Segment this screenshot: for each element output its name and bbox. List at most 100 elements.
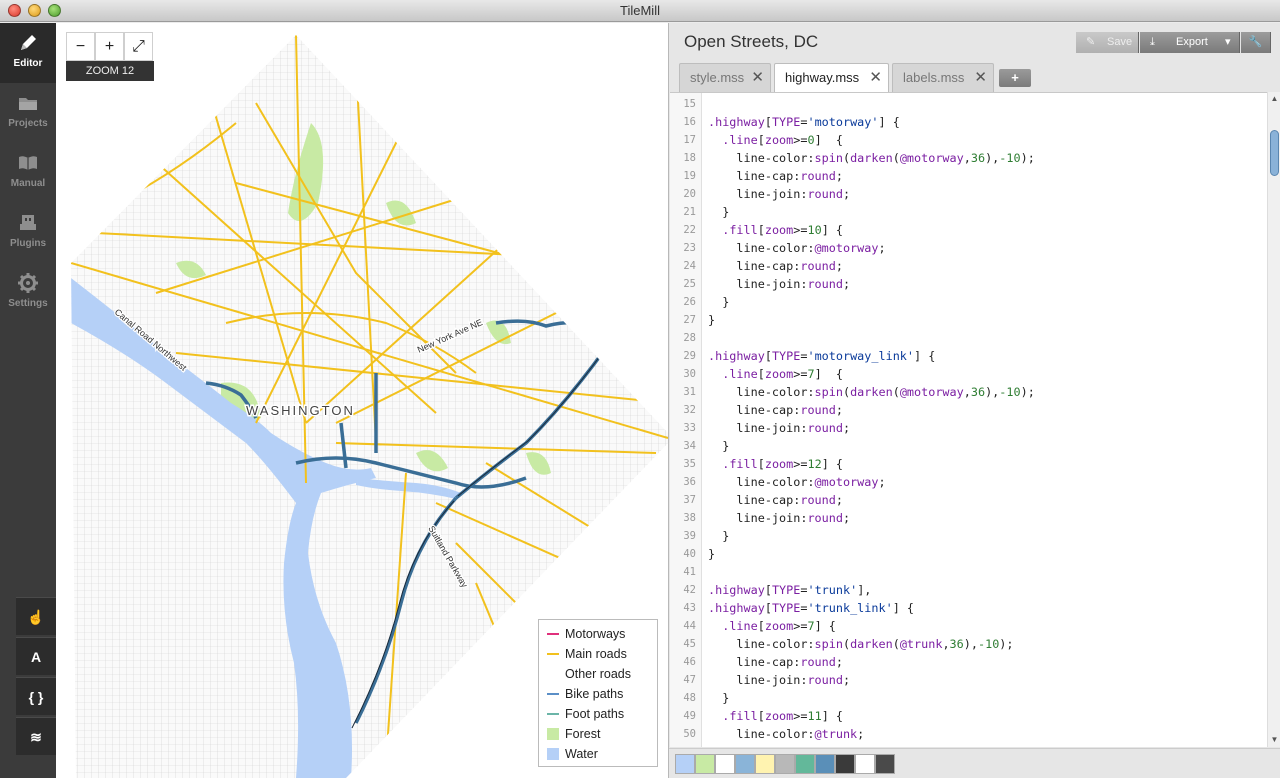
pencil-icon: ✎ xyxy=(1086,36,1096,48)
code-line[interactable]: } xyxy=(708,545,715,563)
palette-swatch[interactable] xyxy=(815,754,835,774)
line-number: 22 xyxy=(683,224,696,236)
expand-icon: ⤢ xyxy=(132,38,145,55)
code-line[interactable]: line-cap:round; xyxy=(708,491,843,509)
line-number: 38 xyxy=(683,512,696,524)
code-line[interactable]: line-color:@trunk; xyxy=(708,725,864,743)
tab-style-mss[interactable]: style.mss ✕ xyxy=(679,63,771,92)
palette-swatch[interactable] xyxy=(795,754,815,774)
code-line[interactable]: line-join:round; xyxy=(708,275,850,293)
code-line[interactable]: .line[zoom>=0] { xyxy=(708,131,843,149)
line-number: 47 xyxy=(683,674,696,686)
line-number: 40 xyxy=(683,548,696,560)
scroll-up-arrow-icon[interactable]: ▲ xyxy=(1268,92,1280,106)
palette-swatch[interactable] xyxy=(875,754,895,774)
palette-swatch[interactable] xyxy=(715,754,735,774)
editor-pane: Open Streets, DC ✎ Save ⤓ Export ▾ 🔧 sty… xyxy=(668,23,1280,778)
code-line[interactable]: } xyxy=(708,689,729,707)
code-line[interactable]: } xyxy=(708,527,729,545)
code-line[interactable]: } xyxy=(708,203,729,221)
legend-label: Water xyxy=(565,747,598,761)
close-icon[interactable]: ✕ xyxy=(869,64,882,92)
line-number: 48 xyxy=(683,692,696,704)
code-line[interactable]: } xyxy=(708,437,729,455)
close-icon[interactable]: ✕ xyxy=(974,64,987,92)
code-line[interactable]: line-color:@motorway; xyxy=(708,473,885,491)
code-line[interactable]: line-cap:round; xyxy=(708,653,843,671)
code-line[interactable]: line-join:round; xyxy=(708,419,850,437)
code-line[interactable]: .highway[TYPE='trunk_link'] { xyxy=(708,599,914,617)
gear-icon xyxy=(18,273,38,293)
code-line[interactable]: line-cap:round; xyxy=(708,257,843,275)
close-icon[interactable]: ✕ xyxy=(751,64,764,92)
sidebar-item-plugins[interactable]: Plugins xyxy=(0,203,56,263)
add-stylesheet-button[interactable]: + xyxy=(999,69,1031,87)
sidebar-item-manual[interactable]: Manual xyxy=(0,143,56,203)
code-line[interactable]: line-color:spin(darken(@motorway,36),-10… xyxy=(708,149,1034,167)
export-button[interactable]: ⤓ Export ▾ xyxy=(1140,32,1240,53)
editor-scrollbar[interactable]: ▲ ▼ xyxy=(1267,92,1280,747)
zoom-level-label: ZOOM 12 xyxy=(66,61,154,81)
code-line[interactable]: line-cap:round; xyxy=(708,743,843,747)
line-number: 23 xyxy=(683,242,696,254)
code-line[interactable]: } xyxy=(708,311,715,329)
palette-swatch[interactable] xyxy=(835,754,855,774)
sidebar-item-label: Manual xyxy=(10,178,46,189)
code-line[interactable]: line-join:round; xyxy=(708,509,850,527)
code-line[interactable]: .fill[zoom>=10] { xyxy=(708,221,843,239)
sidebar-item-settings[interactable]: Settings xyxy=(0,263,56,323)
zoom-in-button[interactable]: + xyxy=(95,32,124,61)
line-number: 42 xyxy=(683,584,696,596)
map-view[interactable]: WASHINGTON Canal Road Northwest New York… xyxy=(56,23,668,778)
carto-reference-button[interactable]: { } xyxy=(16,677,56,715)
save-button[interactable]: ✎ Save xyxy=(1076,32,1139,53)
code-line[interactable]: line-cap:round; xyxy=(708,401,843,419)
sidebar-item-editor[interactable]: Editor xyxy=(0,23,56,83)
legend-swatch xyxy=(547,673,559,675)
code-line[interactable]: line-color:spin(darken(@motorway,36),-10… xyxy=(708,383,1034,401)
code-line[interactable]: line-color:spin(darken(@trunk,36),-10); xyxy=(708,635,1013,653)
code-line[interactable]: .highway[TYPE='motorway_link'] { xyxy=(708,347,935,365)
code-line[interactable]: .line[zoom>=7] { xyxy=(708,617,836,635)
legend-label: Main roads xyxy=(565,647,627,661)
code-line[interactable]: .fill[zoom>=11] { xyxy=(708,707,843,725)
line-number: 24 xyxy=(683,260,696,272)
code-line[interactable]: .highway[TYPE='motorway'] { xyxy=(708,113,900,131)
code-line[interactable]: .fill[zoom>=12] { xyxy=(708,455,843,473)
window-title: TileMill xyxy=(620,3,660,18)
tab-highway-mss[interactable]: highway.mss ✕ xyxy=(774,63,889,93)
layers-button[interactable]: ≋ xyxy=(16,717,56,755)
sidebar-item-label: Plugins xyxy=(9,238,47,249)
scroll-down-arrow-icon[interactable]: ▼ xyxy=(1268,733,1280,747)
palette-swatch[interactable] xyxy=(775,754,795,774)
code-line[interactable]: .line[zoom>=7] { xyxy=(708,365,843,383)
palette-swatch[interactable] xyxy=(755,754,775,774)
legend-swatch xyxy=(547,728,559,740)
line-number: 20 xyxy=(683,188,696,200)
code-line[interactable]: .highway[TYPE='trunk'], xyxy=(708,581,871,599)
map-legend: Motorways Main roads Other roads Bike paths… xyxy=(538,619,658,767)
line-number: 17 xyxy=(683,134,696,146)
code-line[interactable]: line-color:@motorway; xyxy=(708,239,885,257)
code-line[interactable]: line-join:round; xyxy=(708,671,850,689)
palette-swatch[interactable] xyxy=(695,754,715,774)
zoom-out-button[interactable]: − xyxy=(66,32,95,61)
scrollbar-thumb[interactable] xyxy=(1270,130,1279,176)
tab-labels-mss[interactable]: labels.mss ✕ xyxy=(892,63,994,92)
palette-swatch[interactable] xyxy=(855,754,875,774)
code-line[interactable]: line-cap:round; xyxy=(708,167,843,185)
code-line[interactable]: } xyxy=(708,293,729,311)
code-editor[interactable]: 15 16 17 18 19 20 21 22 23 24 25 26 27 28 29 30 31 32 33 34… xyxy=(670,92,1267,747)
hand-pointer-icon: ☝ xyxy=(27,609,45,625)
settings-button[interactable]: 🔧 xyxy=(1241,32,1271,53)
palette-swatch[interactable] xyxy=(735,754,755,774)
palette-swatch[interactable] xyxy=(675,754,695,774)
project-title: Open Streets, DC xyxy=(684,32,819,51)
hand-pointer-tool-button[interactable]: ☝ xyxy=(16,597,56,635)
legend-swatch xyxy=(547,713,559,715)
code-line[interactable]: line-join:round; xyxy=(708,185,850,203)
tab-label: style.mss xyxy=(690,70,745,85)
fullscreen-button[interactable]: ⤢ xyxy=(124,32,153,61)
sidebar-item-projects[interactable]: Projects xyxy=(0,83,56,143)
font-tool-button[interactable]: A xyxy=(16,637,56,675)
